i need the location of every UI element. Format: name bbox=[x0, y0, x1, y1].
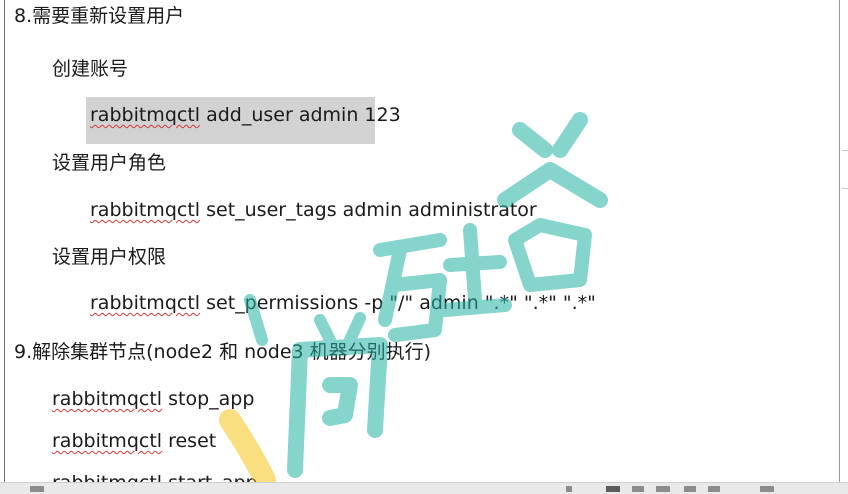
zoom-out-icon[interactable] bbox=[684, 486, 696, 492]
zoom-slider-icon[interactable] bbox=[708, 486, 720, 492]
outline-view-icon[interactable] bbox=[656, 486, 670, 492]
spellcheck-word: rabbitmqctl bbox=[90, 104, 201, 126]
create-account-label: 创建账号 bbox=[52, 58, 129, 80]
set-role-label: 设置用户角色 bbox=[52, 152, 167, 174]
section9-title: 9.解除集群节点(node2 和 node3 机器分别执行) bbox=[14, 341, 432, 363]
command-args: reset bbox=[162, 430, 217, 452]
start-app-command: rabbitmqctl start_app bbox=[52, 471, 258, 482]
set-permissions-command: rabbitmqctl set_permissions -p "/" admin… bbox=[90, 291, 596, 315]
page-icon bbox=[30, 486, 44, 492]
command-args: start_app bbox=[162, 472, 258, 482]
add-user-command: rabbitmqctl add_user admin 123 bbox=[90, 103, 401, 127]
spellcheck-word: rabbitmqctl bbox=[90, 292, 201, 314]
status-bar bbox=[0, 482, 848, 494]
set-permissions-label: 设置用户权限 bbox=[52, 246, 167, 268]
set-tags-command: rabbitmqctl set_user_tags admin administ… bbox=[90, 198, 537, 222]
command-args: stop_app bbox=[162, 388, 255, 410]
zoom-in-icon[interactable] bbox=[760, 486, 774, 492]
spellcheck-word: rabbitmqctl bbox=[52, 430, 163, 452]
spellcheck-word: rabbitmqctl bbox=[52, 472, 162, 482]
spellcheck-word: rabbitmqctl bbox=[90, 199, 201, 221]
separator-icon bbox=[566, 486, 572, 492]
command-args: set_user_tags admin administrator bbox=[200, 199, 537, 221]
command-args: set_permissions -p "/" admin ".*" ".*" "… bbox=[200, 292, 596, 314]
command-args: add_user admin 123 bbox=[200, 104, 401, 126]
document-page: 8.需要重新设置用户 创建账号 rabbitmqctl add_user adm… bbox=[0, 0, 848, 482]
reset-command: rabbitmqctl reset bbox=[52, 429, 216, 453]
stop-app-command: rabbitmqctl stop_app bbox=[52, 387, 254, 411]
print-layout-icon[interactable] bbox=[606, 486, 620, 492]
section8-title: 8.需要重新设置用户 bbox=[14, 5, 185, 27]
spellcheck-word: rabbitmqctl bbox=[52, 388, 163, 410]
web-layout-icon[interactable] bbox=[632, 486, 644, 492]
